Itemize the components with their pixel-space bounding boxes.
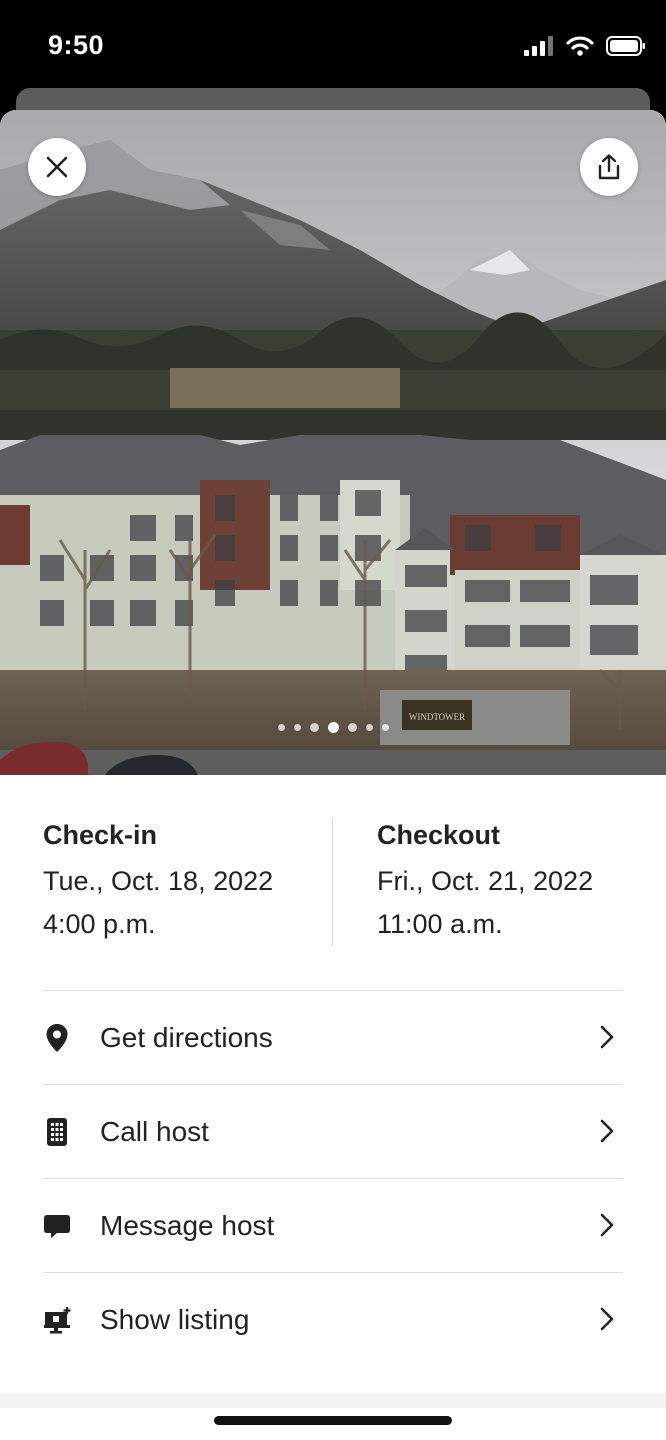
check-in-time: 4:00 p.m. xyxy=(43,909,156,939)
check-in-label: Check-in xyxy=(43,820,158,850)
home-indicator[interactable] xyxy=(214,1416,452,1425)
status-bar: 9:50 xyxy=(0,0,666,96)
carousel-dot xyxy=(347,723,357,732)
battery-icon xyxy=(606,36,646,61)
map-pin-icon xyxy=(43,1023,71,1053)
listing-photo: WINDTOWER xyxy=(0,110,666,775)
listing-photo-carousel[interactable]: WINDTOWER xyxy=(0,110,666,775)
hotel-sign-text: WINDTOWER xyxy=(409,712,465,722)
status-icons xyxy=(524,36,646,61)
dates-divider xyxy=(332,818,333,946)
reservation-dates: Check-in Tue., Oct. 18, 2022 4:00 p.m. C… xyxy=(0,818,666,948)
action-list: Get directions Call host Message host Sh… xyxy=(43,990,623,1366)
close-button[interactable] xyxy=(28,138,86,196)
chevron-right-icon xyxy=(599,1118,615,1149)
carousel-dots xyxy=(0,722,666,733)
carousel-dot xyxy=(365,724,373,731)
show-listing-row[interactable]: Show listing xyxy=(43,1272,623,1366)
carousel-dot-active xyxy=(327,722,339,733)
carousel-dot xyxy=(309,723,319,732)
call-host-label: Call host xyxy=(100,1116,209,1147)
check-in-section: Check-in Tue., Oct. 18, 2022 4:00 p.m. xyxy=(43,818,273,946)
listing-icon xyxy=(43,1305,71,1335)
carousel-dot xyxy=(293,724,301,731)
checkout-time: 11:00 a.m. xyxy=(377,909,503,939)
chevron-right-icon xyxy=(599,1212,615,1243)
checkout-date: Fri., Oct. 21, 2022 xyxy=(377,866,594,896)
close-icon xyxy=(45,155,69,179)
get-directions-row[interactable]: Get directions xyxy=(43,990,623,1084)
share-icon xyxy=(596,153,622,181)
check-in-date: Tue., Oct. 18, 2022 xyxy=(43,866,274,896)
phone-keypad-icon xyxy=(43,1117,71,1147)
checkout-label: Checkout xyxy=(377,820,501,850)
checkout-section: Checkout Fri., Oct. 21, 2022 11:00 a.m. xyxy=(377,818,593,946)
call-host-row[interactable]: Call host xyxy=(43,1084,623,1178)
share-button[interactable] xyxy=(580,138,638,196)
message-host-label: Message host xyxy=(100,1210,275,1241)
signal-icon xyxy=(524,36,554,61)
carousel-dot xyxy=(277,724,285,731)
show-listing-label: Show listing xyxy=(100,1304,250,1335)
message-host-row[interactable]: Message host xyxy=(43,1178,623,1272)
chevron-right-icon xyxy=(599,1306,615,1337)
carousel-dot xyxy=(381,724,389,731)
message-icon xyxy=(43,1211,71,1241)
get-directions-label: Get directions xyxy=(100,1022,273,1053)
wifi-icon xyxy=(566,36,594,61)
chevron-right-icon xyxy=(599,1024,615,1055)
status-time: 9:50 xyxy=(48,30,105,60)
reservation-sheet: WINDTOWER Check-in Tue., Oct. 18, 2022 4… xyxy=(0,110,666,1440)
